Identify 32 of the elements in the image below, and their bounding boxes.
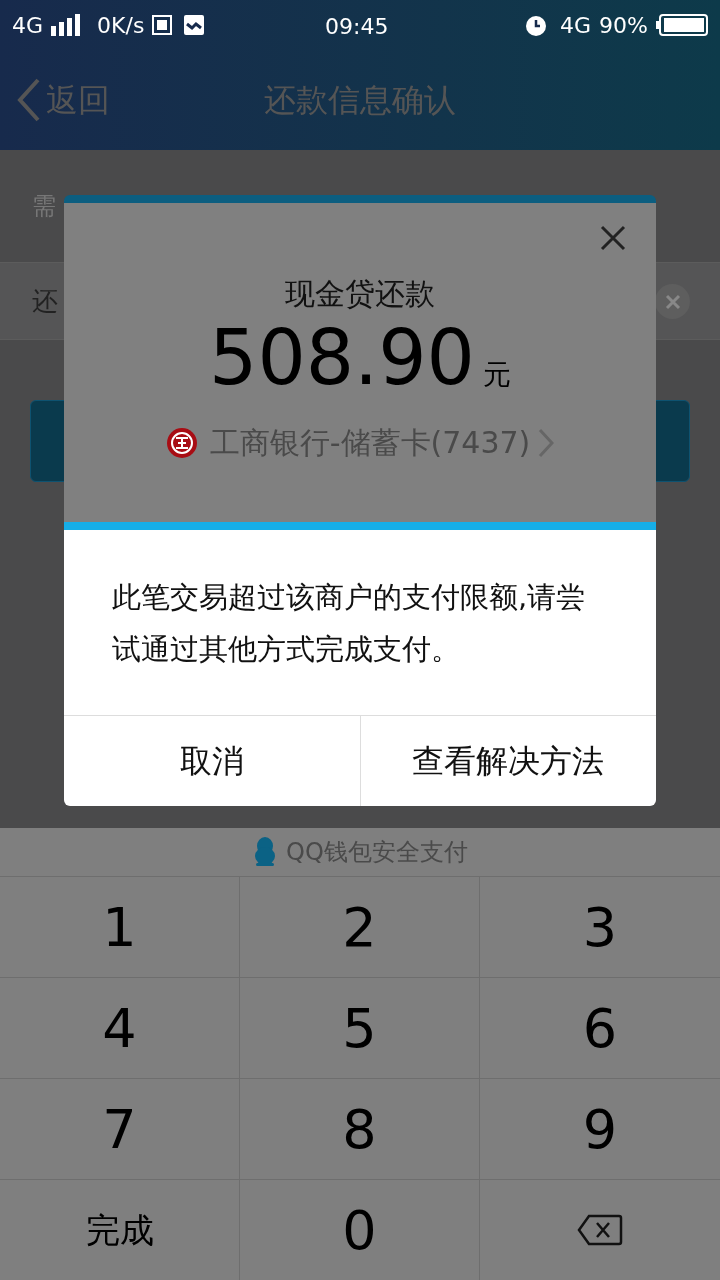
digit-key[interactable]: 9 xyxy=(480,1079,720,1180)
digit-key[interactable]: 4 xyxy=(0,978,240,1079)
dialog-button[interactable]: 取消 xyxy=(64,716,360,806)
currency-unit: 元 xyxy=(482,357,511,393)
network-type: 4G xyxy=(560,11,592,40)
app-notification-icon xyxy=(152,15,173,35)
clock-time: 09:45 xyxy=(325,13,389,41)
page-title: 还款信息确认 xyxy=(264,80,456,121)
battery-percent: 90% xyxy=(599,11,648,40)
alert-message: 此笔交易超过该商户的支付限额,请尝试通过其他方式完成支付。 xyxy=(112,578,587,668)
digit-key[interactable]: 1 xyxy=(0,877,240,978)
backspace-icon xyxy=(577,1214,623,1246)
bank-logo-icon xyxy=(165,426,198,459)
digit-key[interactable]: 2 xyxy=(240,877,480,978)
digit-key[interactable]: 3 xyxy=(480,877,720,978)
battery-icon xyxy=(656,14,708,36)
payment-title: 现金贷还款 xyxy=(285,275,435,313)
dialog-button[interactable]: 查看解决方法 xyxy=(359,716,656,806)
signal-icon xyxy=(51,14,82,36)
image-icon xyxy=(184,15,205,35)
digit-key[interactable]: 6 xyxy=(480,978,720,1079)
close-icon[interactable] xyxy=(600,225,626,251)
digit-key[interactable]: 5 xyxy=(240,978,480,1079)
network-speed: 0K/s xyxy=(97,11,145,40)
network-type: 4G xyxy=(12,11,44,40)
digit-key[interactable]: 8 xyxy=(240,1079,480,1180)
chevron-right-icon xyxy=(538,427,555,458)
back-icon[interactable] xyxy=(16,78,42,122)
payment-amount: 508.90 xyxy=(209,320,475,396)
digit-key[interactable]: 0 xyxy=(240,1180,480,1280)
digit-key[interactable]: 7 xyxy=(0,1079,240,1180)
done-key[interactable]: 完成 xyxy=(0,1180,240,1280)
